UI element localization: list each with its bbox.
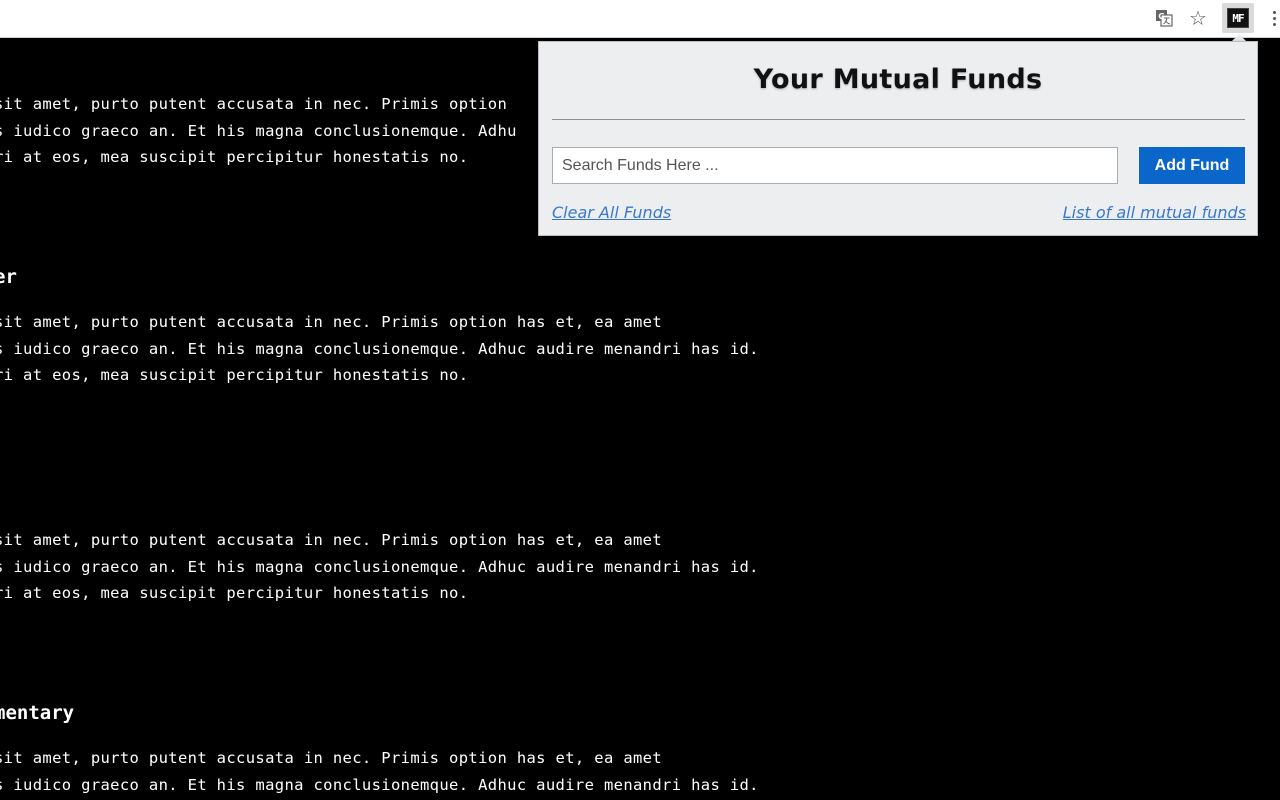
paragraph: sit amet, purto putent accusata in nec. … — [0, 91, 517, 171]
browser-toolbar: G ☆ MF — [0, 0, 1280, 38]
menu-dots-icon[interactable] — [1268, 5, 1280, 31]
paragraph-line: sit amet, purto putent accusata in nec. … — [0, 749, 663, 767]
paragraph-line: sit amet, purto putent accusata in nec. … — [0, 95, 508, 113]
translate-icon[interactable]: G — [1150, 5, 1178, 31]
bookmark-star-icon[interactable]: ☆ — [1184, 5, 1212, 31]
mutual-funds-popup: Your Mutual Funds Add Fund Clear All Fun… — [538, 41, 1258, 236]
paragraph-line: sit amet, purto putent accusata in nec. … — [0, 531, 663, 549]
paragraph: sit amet, purto putent accusata in nec. … — [0, 745, 759, 798]
search-funds-input[interactable] — [552, 147, 1118, 184]
clear-all-funds-link[interactable]: Clear All Funds — [552, 203, 671, 222]
mutual-funds-extension-button[interactable]: MF — [1222, 3, 1254, 33]
paragraph-line: s iudico graeco an. Et his magna conclus… — [0, 339, 759, 358]
paragraph-line: sit amet, purto putent accusata in nec. … — [0, 313, 663, 331]
popup-title: Your Mutual Funds — [753, 64, 1043, 95]
svg-text:G: G — [1158, 12, 1165, 21]
paragraph: sit amet, purto putent accusata in nec. … — [0, 309, 759, 389]
divider — [552, 119, 1245, 120]
paragraph-line: s iudico graeco an. Et his magna conclus… — [0, 557, 759, 576]
paragraph-line: s iudico graeco an. Et his magna conclus… — [0, 121, 517, 140]
paragraph: sit amet, purto putent accusata in nec. … — [0, 527, 759, 607]
list-of-mutual-funds-link[interactable]: List of all mutual funds — [1063, 203, 1246, 222]
section-heading: mentary — [0, 702, 75, 724]
mutual-funds-extension-icon: MF — [1227, 8, 1249, 28]
paragraph-line: ri at eos, mea suscipit percipitur hones… — [0, 584, 469, 602]
section-heading: er — [0, 266, 17, 288]
translate-icon-graphic: G — [1156, 10, 1173, 27]
paragraph-line: ri at eos, mea suscipit percipitur hones… — [0, 148, 469, 166]
add-fund-button[interactable]: Add Fund — [1139, 147, 1245, 184]
paragraph-line: ri at eos, mea suscipit percipitur hones… — [0, 366, 469, 384]
paragraph-line: s iudico graeco an. Et his magna conclus… — [0, 775, 759, 794]
